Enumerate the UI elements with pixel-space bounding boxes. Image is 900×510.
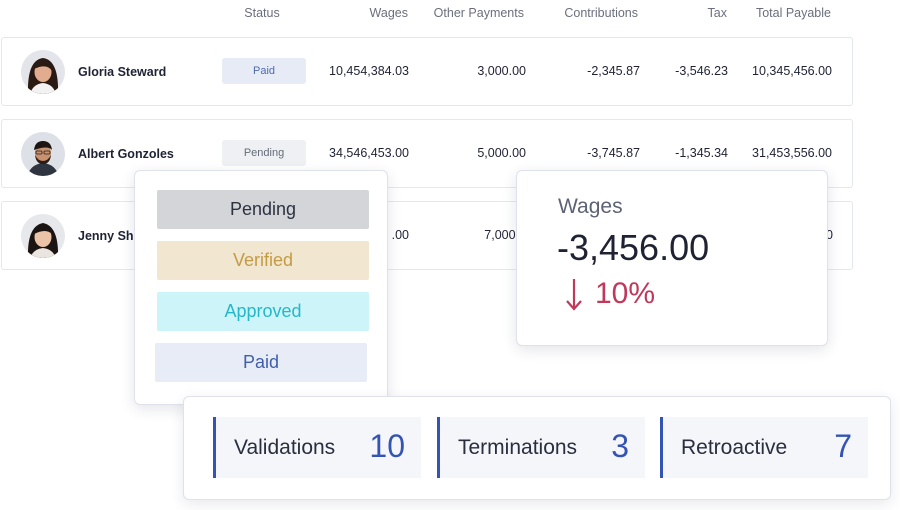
stat-label: Retroactive (681, 436, 788, 459)
other-payments-value: 5,000.00 (477, 146, 526, 160)
wages-value: 10,454,384.03 (329, 64, 409, 78)
wages-card-change: 10% (565, 277, 655, 311)
tax-value: -3,546.23 (675, 64, 728, 78)
change-percent: 10% (595, 277, 656, 310)
total-payable-value: 31,453,556.00 (752, 146, 832, 160)
stat-label: Terminations (458, 436, 578, 459)
tax-value: -1,345.34 (675, 146, 728, 160)
header-total-payable: Total Payable (755, 6, 831, 20)
header-contributions: Contributions (564, 6, 638, 20)
wages-value: 34,546,453.00 (329, 146, 409, 160)
wages-card-value: -3,456.00 (557, 227, 710, 268)
stat-terminations[interactable]: Terminations 3 (437, 417, 645, 478)
employee-name: Jenny Shir (78, 229, 142, 243)
stat-label: Validations (234, 436, 336, 459)
stats-panel: Validations 10 Terminations 3 Retroactiv… (183, 396, 891, 500)
stat-validations[interactable]: Validations 10 (213, 417, 421, 478)
status-dropdown: Pending Verified Approved Paid (134, 170, 388, 405)
status-option-pending[interactable]: Pending (157, 190, 369, 229)
header-other-payments: Other Payments (433, 6, 524, 20)
stat-value: 10 (369, 428, 405, 464)
wages-card: Wages -3,456.00 10% (516, 170, 828, 346)
table-row[interactable]: Gloria Steward Paid 10,454,384.03 3,000.… (1, 37, 853, 106)
avatar (21, 132, 65, 176)
status-option-approved[interactable]: Approved (157, 292, 369, 331)
header-status: Status (244, 6, 280, 20)
status-badge[interactable]: Pending (222, 140, 306, 166)
stat-retroactive[interactable]: Retroactive 7 (660, 417, 868, 478)
arrow-down-icon (566, 279, 582, 311)
avatar (21, 50, 65, 94)
avatar (21, 214, 65, 258)
status-badge[interactable]: Paid (222, 58, 306, 84)
header-wages: Wages (369, 6, 408, 20)
employee-name: Albert Gonzoles (78, 147, 174, 161)
contributions-value: -3,745.87 (587, 146, 640, 160)
wages-card-title: Wages (558, 195, 623, 218)
stat-value: 3 (611, 428, 629, 464)
header-tax: Tax (707, 6, 727, 20)
employee-name: Gloria Steward (78, 65, 167, 79)
status-option-paid[interactable]: Paid (155, 343, 367, 382)
total-payable-value: 10,345,456.00 (752, 64, 832, 78)
other-payments-value: 3,000.00 (477, 64, 526, 78)
status-option-verified[interactable]: Verified (157, 241, 369, 280)
contributions-value: -2,345.87 (587, 64, 640, 78)
wages-value: .00 (391, 228, 409, 242)
stat-value: 7 (834, 428, 852, 464)
